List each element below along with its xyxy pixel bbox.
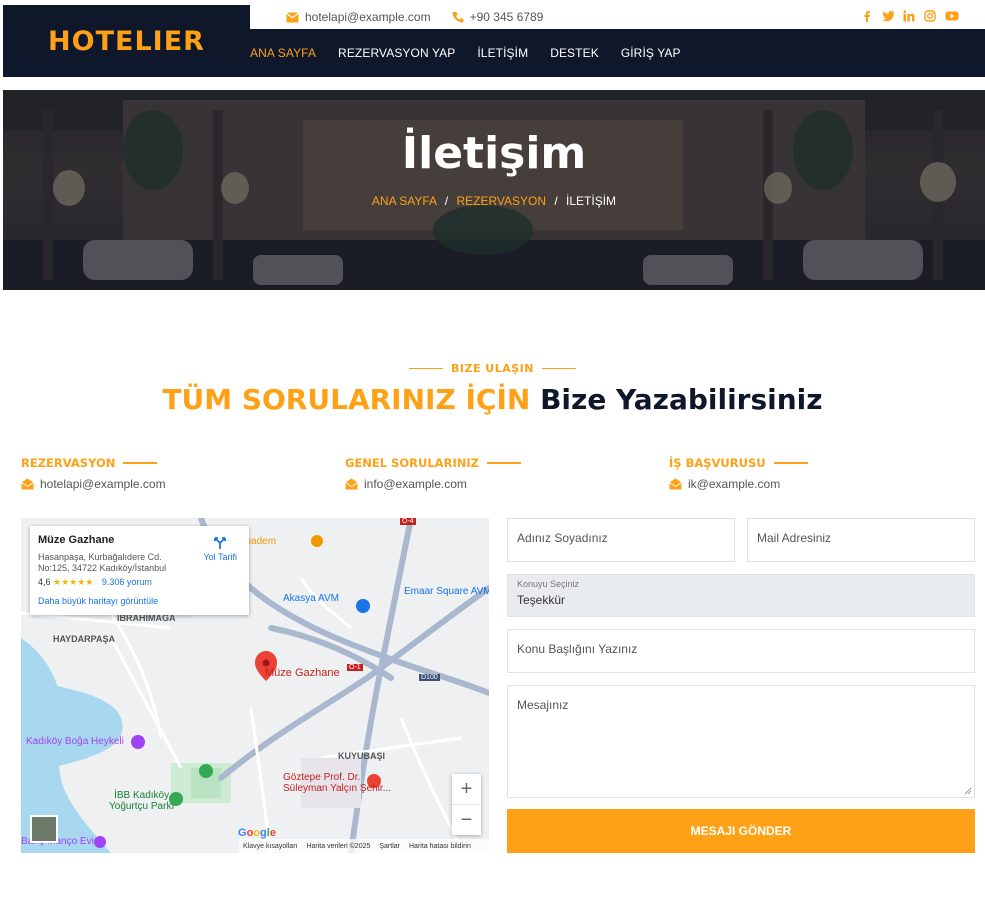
reviews-link[interactable]: 9.306 yorum [102, 577, 152, 587]
place-address: Hasanpaşa, Kurbağalıdere Cd. No:125, 347… [38, 552, 167, 573]
contact-label: İŞ BAŞVURUSU [669, 456, 766, 470]
envelope-icon [286, 12, 299, 22]
map-label: Emaar Square AVM [404, 586, 489, 597]
map-data-text: Harita verileri ©2025 [306, 842, 371, 850]
contact-general: GENEL SORULARINIZ info@example.com [345, 456, 645, 491]
contact-email-text: info@example.com [364, 477, 467, 491]
breadcrumb: ANA SAYFA / REZERVASYON / İLETİŞİM [371, 194, 617, 208]
terms-link[interactable]: Şartlar [379, 843, 400, 850]
page-title: İletişim [401, 128, 587, 179]
topbar-email[interactable]: hotelapi@example.com [286, 10, 431, 24]
envelope-open-icon [21, 478, 34, 490]
section-kicker: BIZE ULAŞIN [0, 362, 985, 375]
subject-title-placeholder: Konu Başlığını Yazınız [517, 642, 638, 656]
google-logo: Google [238, 827, 276, 839]
main-nav: ANA SAYFA REZERVASYON YAP İLETİŞİM DESTE… [250, 29, 985, 77]
subject-select[interactable]: Konuyu Seçiniz Teşekkür [507, 574, 975, 617]
subject-select-label: Konuyu Seçiniz [517, 579, 580, 589]
envelope-open-icon [669, 478, 682, 490]
topbar-phone-text: +90 345 6789 [469, 10, 544, 24]
facebook-icon[interactable] [861, 10, 873, 22]
message-placeholder: Mesajınız [517, 698, 569, 712]
hero-overlay [3, 90, 985, 290]
map-label: Akasya AVM [283, 593, 339, 604]
page-header: İletişim ANA SAYFA / REZERVASYON / İLETİ… [3, 90, 985, 290]
section-kicker-text: BIZE ULAŞIN [451, 362, 534, 375]
star-rating-icon: ★★★★★ [53, 577, 94, 587]
subject-select-value: Teşekkür [517, 593, 566, 607]
linkedin-icon[interactable] [903, 10, 915, 22]
satellite-toggle[interactable] [30, 815, 58, 843]
map-road-badge: O-4 [400, 518, 416, 525]
map-road-badge: D100 [419, 674, 440, 681]
map-pin-label: Müze Gazhane [265, 667, 340, 679]
map-label-line: İBB Kadıköy [114, 790, 170, 801]
envelope-open-icon [345, 478, 358, 490]
email-input[interactable]: Mail Adresiniz [747, 518, 975, 562]
zoom-out-button[interactable]: − [452, 805, 481, 835]
section-title-rest: Bize Yazabilirsiniz [540, 383, 823, 416]
send-message-label: MESAJI GÖNDER [690, 824, 792, 838]
report-error-link[interactable]: Harita hatası bildirin [409, 843, 471, 850]
breadcrumb-home[interactable]: ANA SAYFA [372, 194, 436, 208]
contact-email[interactable]: ik@example.com [669, 477, 969, 491]
breadcrumb-reservation[interactable]: REZERVASYON [456, 194, 546, 208]
contact-label: GENEL SORULARINIZ [345, 456, 479, 470]
section-title-highlight: TÜM SORULARINIZ İÇİN [162, 383, 531, 416]
contact-jobs: İŞ BAŞVURUSU ik@example.com [669, 456, 969, 491]
keyboard-shortcuts-link[interactable]: Klavye kısayolları [243, 843, 297, 850]
map-label: Kadıköy Boğa Heykeli [26, 736, 124, 747]
brand-logo[interactable]: HOTELIER [3, 5, 250, 77]
name-input-placeholder: Adınız Soyadınız [517, 531, 608, 545]
nav-item-support[interactable]: DESTEK [550, 46, 599, 60]
contact-email-text: ik@example.com [688, 477, 781, 491]
breadcrumb-current: İLETİŞİM [566, 194, 617, 208]
nav-item-contact[interactable]: İLETİŞİM [477, 46, 528, 60]
map-place-card: Müze Gazhane Hasanpaşa, Kurbağalıdere Cd… [30, 526, 249, 615]
directions-label: Yol Tarifi [203, 552, 237, 562]
topbar-email-text: hotelapi@example.com [305, 10, 431, 24]
contact-label: REZERVASYON [21, 456, 116, 470]
nav-item-reservation[interactable]: REZERVASYON YAP [338, 46, 455, 60]
nav-item-home[interactable]: ANA SAYFA [250, 46, 316, 60]
nav-item-login[interactable]: GİRİŞ YAP [621, 46, 681, 60]
name-input[interactable]: Adınız Soyadınız [507, 518, 735, 562]
section-title: TÜM SORULARINIZ İÇİN Bize Yazabilirsiniz [0, 383, 985, 416]
map-label: İBB Kadıköy Yoğurtçu Parkı [109, 790, 174, 812]
map-footer: Klavye kısayolları Harita verileri ©2025… [239, 839, 489, 853]
contact-email[interactable]: hotelapi@example.com [21, 477, 321, 491]
social-links [861, 10, 959, 22]
contact-email-text: hotelapi@example.com [40, 477, 166, 491]
instagram-icon[interactable] [924, 10, 936, 22]
send-message-button[interactable]: MESAJI GÖNDER [507, 809, 975, 853]
google-map[interactable]: Akasya AVM Emaar Square AVM HAYDARPAŞA İ… [21, 518, 489, 853]
brand-name: HOTELIER [48, 25, 205, 57]
map-label: KUYUBAŞI [338, 751, 386, 761]
map-label-line: Yoğurtçu Parkı [109, 801, 175, 812]
contact-email[interactable]: info@example.com [345, 477, 645, 491]
map-label-line: Göztepe Prof. Dr. [283, 772, 361, 783]
contact-reservation: REZERVASYON hotelapi@example.com [21, 456, 321, 491]
directions-icon [214, 537, 227, 549]
map-label: HAYDARPAŞA [53, 634, 116, 644]
email-input-placeholder: Mail Adresiniz [757, 531, 832, 545]
phone-icon [452, 12, 464, 23]
topbar-phone[interactable]: +90 345 6789 [452, 10, 544, 24]
place-rating: 4,6 ★★★★★ 9.306 yorum [38, 577, 241, 588]
directions-button[interactable]: Yol Tarifi [203, 536, 237, 562]
resize-grip-icon[interactable] [964, 787, 972, 795]
message-textarea[interactable]: Mesajınız [507, 685, 975, 798]
rating-value: 4,6 [38, 577, 51, 587]
zoom-in-button[interactable]: + [452, 774, 481, 804]
map-road-badge: O-1 [347, 664, 363, 671]
map-zoom-controls: + − [452, 774, 481, 835]
topbar: hotelapi@example.com +90 345 6789 [250, 5, 985, 29]
bigger-map-link[interactable]: Daha büyük haritayı görüntüle [38, 596, 241, 606]
map-label-line: Süleyman Yalçın Şehir... [283, 783, 392, 794]
youtube-icon[interactable] [945, 10, 959, 22]
twitter-icon[interactable] [882, 10, 895, 22]
map-label: Göztepe Prof. Dr. Süleyman Yalçın Şehir.… [283, 772, 391, 794]
subject-title-input[interactable]: Konu Başlığını Yazınız [507, 629, 975, 673]
